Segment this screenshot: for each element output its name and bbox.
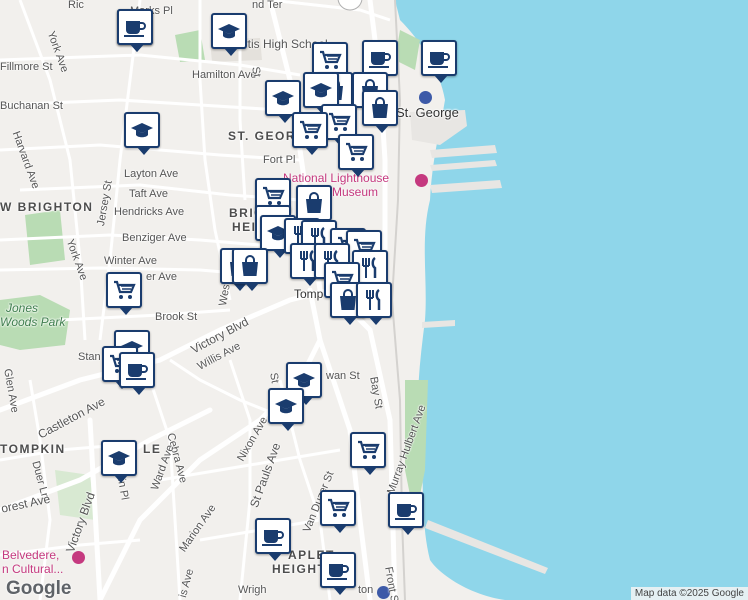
street-label: St bbox=[267, 371, 281, 385]
map-canvas[interactable]: Ric Marks Pl nd Ter urtis High School Yo… bbox=[0, 0, 748, 600]
restaurant-fork-knife-icon bbox=[362, 256, 377, 278]
cafe-cup-marker[interactable] bbox=[117, 9, 153, 52]
google-logo: Google bbox=[6, 578, 72, 599]
museum-label: Belvedere, bbox=[2, 548, 60, 562]
museum-label: n Cultural... bbox=[2, 562, 64, 576]
map-attribution[interactable]: Map data ©2025 Google bbox=[630, 587, 748, 600]
cafe-cup-marker[interactable] bbox=[320, 552, 356, 595]
cafe-cup-marker[interactable] bbox=[255, 518, 291, 561]
street-label: Wrigh bbox=[238, 584, 267, 596]
school-cap-marker[interactable] bbox=[101, 440, 137, 483]
grocery-cart-marker[interactable] bbox=[350, 432, 386, 475]
school-cap-marker[interactable] bbox=[124, 112, 160, 155]
neighborhood-label: HEIGHT bbox=[272, 562, 327, 576]
museum-label: Museum bbox=[332, 185, 379, 199]
shopping-bag-marker[interactable] bbox=[296, 185, 332, 228]
grocery-cart-marker[interactable] bbox=[106, 272, 142, 315]
street-label: ton bbox=[358, 584, 374, 596]
cafe-cup-icon bbox=[327, 564, 349, 580]
cafe-cup-icon bbox=[369, 52, 391, 68]
cafe-cup-icon bbox=[428, 52, 450, 68]
shopping-bag-marker[interactable] bbox=[232, 248, 268, 291]
street-label: St bbox=[249, 65, 263, 79]
school-cap-icon bbox=[310, 83, 332, 98]
neighborhood-label: W BRIGHTON bbox=[0, 200, 94, 214]
shopping-bag-icon bbox=[306, 192, 322, 213]
grocery-cart-marker[interactable] bbox=[292, 112, 328, 155]
neighborhood-label: LE bbox=[143, 442, 162, 456]
street-label: er Ave bbox=[146, 271, 177, 283]
grocery-cart-icon bbox=[358, 440, 380, 459]
street-label: Fort Pl bbox=[263, 154, 296, 166]
restaurant-fork-knife-marker[interactable] bbox=[356, 282, 392, 325]
street-label: Stan bbox=[78, 351, 101, 363]
cafe-cup-icon bbox=[395, 504, 417, 520]
street-label: Fillmore St bbox=[0, 61, 53, 73]
shopping-bag-icon bbox=[372, 97, 388, 118]
school-cap-marker[interactable] bbox=[265, 80, 301, 123]
museum-label: National Lighthouse bbox=[283, 171, 390, 185]
transit-icon[interactable] bbox=[419, 91, 432, 104]
street-label: Taft Ave bbox=[129, 188, 168, 200]
school-cap-icon bbox=[218, 24, 240, 39]
street-label: Layton Ave bbox=[124, 168, 179, 180]
school-cap-icon bbox=[272, 91, 294, 106]
grocery-cart-icon bbox=[300, 120, 322, 139]
cafe-cup-marker[interactable] bbox=[362, 40, 398, 83]
street-label: Winter Ave bbox=[104, 255, 157, 267]
restaurant-fork-knife-icon bbox=[366, 288, 381, 310]
street-label: wan St bbox=[326, 370, 360, 382]
ferry-terminal-label: St. George bbox=[396, 105, 459, 120]
park-label: Woods Park bbox=[0, 315, 66, 329]
school-cap-icon bbox=[108, 451, 130, 466]
school-cap-marker[interactable] bbox=[268, 388, 304, 431]
shopping-bag-icon bbox=[242, 255, 258, 276]
cafe-cup-icon bbox=[262, 530, 284, 546]
cafe-cup-marker[interactable] bbox=[388, 492, 424, 535]
neighborhood-label: TOMPKIN bbox=[0, 442, 66, 456]
cafe-cup-marker[interactable] bbox=[421, 40, 457, 83]
grocery-cart-icon bbox=[328, 498, 350, 517]
shopping-bag-marker[interactable] bbox=[362, 90, 398, 133]
grocery-cart-icon bbox=[320, 50, 342, 69]
grocery-cart-marker[interactable] bbox=[338, 134, 374, 177]
grocery-cart-icon bbox=[329, 112, 351, 131]
cafe-cup-icon bbox=[124, 21, 146, 37]
water-area bbox=[395, 0, 748, 600]
cafe-cup-icon bbox=[126, 364, 148, 380]
museum-icon[interactable] bbox=[415, 174, 428, 187]
cafe-cup-marker[interactable] bbox=[119, 352, 155, 395]
street-label: Ric bbox=[68, 0, 84, 11]
school-cap-marker[interactable] bbox=[303, 72, 339, 115]
grocery-cart-icon bbox=[114, 280, 136, 299]
street-label: nd Ter bbox=[252, 0, 283, 11]
grocery-cart-icon bbox=[346, 142, 368, 161]
street-label: Buchanan St bbox=[0, 100, 63, 112]
place-label: Tomp bbox=[294, 287, 324, 301]
school-cap-icon bbox=[275, 399, 297, 414]
museum-icon[interactable] bbox=[72, 551, 85, 564]
school-cap-icon bbox=[131, 123, 153, 138]
street-label: Hamilton Ave bbox=[192, 69, 257, 81]
school-cap-marker[interactable] bbox=[211, 13, 247, 56]
street-label: Hendricks Ave bbox=[114, 206, 185, 218]
park-label: Jones bbox=[6, 301, 39, 315]
grocery-cart-marker[interactable] bbox=[320, 490, 356, 533]
street-label: Benziger Ave bbox=[122, 232, 187, 244]
street-label: Brook St bbox=[155, 311, 198, 323]
